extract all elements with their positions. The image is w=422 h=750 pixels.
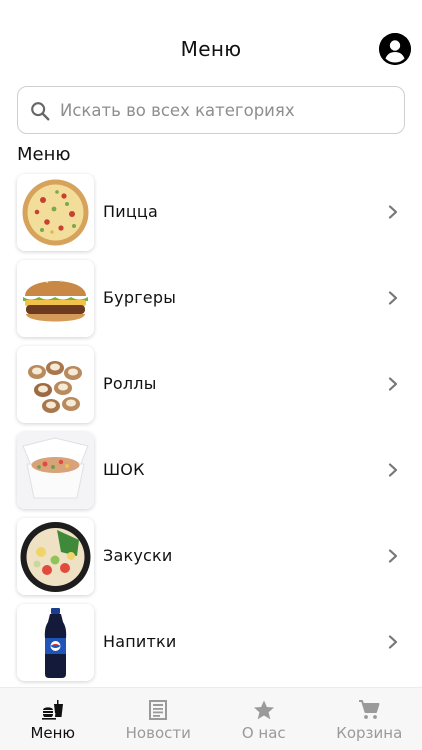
pizza-image [17, 174, 94, 251]
category-item-drinks[interactable]: Напитки [0, 602, 422, 688]
category-label: Закуски [103, 546, 173, 565]
snacks-bowl-image [17, 518, 94, 595]
nav-tab-about[interactable]: О нас [211, 688, 317, 750]
category-thumbnail [17, 518, 94, 595]
nav-tab-label: Корзина [336, 724, 403, 742]
cart-icon [359, 700, 380, 719]
star-icon [253, 700, 274, 720]
app-root: Меню Меню [0, 0, 422, 750]
nav-tab-news[interactable]: Новости [106, 688, 212, 750]
chevron-right-icon [388, 635, 398, 649]
category-thumbnail [17, 432, 94, 509]
category-item-pizza[interactable]: Пицца [0, 172, 422, 258]
chevron-right-icon [388, 205, 398, 219]
category-label: Роллы [103, 374, 157, 393]
nav-tab-cart[interactable]: Корзина [317, 688, 422, 750]
chevron-right-icon [388, 549, 398, 563]
section-title: Меню [17, 144, 71, 165]
category-thumbnail [17, 260, 94, 337]
category-label: ШОК [103, 460, 145, 479]
nav-tab-label: Новости [125, 724, 191, 742]
page-title: Меню [180, 37, 242, 61]
search-input[interactable] [60, 87, 396, 133]
search-bar[interactable] [17, 86, 405, 134]
category-label: Бургеры [103, 288, 177, 307]
chevron-right-icon [388, 463, 398, 477]
category-item-burgers[interactable]: Бургеры [0, 258, 422, 344]
category-thumbnail [17, 346, 94, 423]
chevron-right-icon [388, 377, 398, 391]
category-thumbnail [17, 174, 94, 251]
burger-image [17, 260, 94, 337]
category-item-snacks[interactable]: Закуски [0, 516, 422, 602]
bottom-navigation: Меню Новости О нас Корзина [0, 687, 422, 750]
nav-tab-label: О нас [241, 724, 286, 742]
account-circle-icon [379, 33, 411, 65]
app-header: Меню [0, 0, 422, 98]
newspaper-icon [149, 700, 168, 720]
category-item-rolls[interactable]: Роллы [0, 344, 422, 430]
chevron-right-icon [388, 291, 398, 305]
fastfood-icon [41, 700, 63, 720]
soda-bottle-image [17, 604, 94, 681]
nav-tab-label: Меню [30, 724, 76, 742]
account-button[interactable] [379, 33, 411, 65]
category-label: Напитки [103, 632, 177, 651]
rolls-image [17, 346, 94, 423]
wok-box-image [17, 432, 94, 509]
category-thumbnail [17, 604, 94, 681]
nav-tab-menu[interactable]: Меню [0, 688, 106, 750]
category-label: Пицца [103, 202, 159, 221]
search-icon [31, 102, 50, 121]
category-list: Пицца Бургеры Роллы ШОК Закуски Напитки [0, 172, 422, 688]
category-item-wok[interactable]: ШОК [0, 430, 422, 516]
